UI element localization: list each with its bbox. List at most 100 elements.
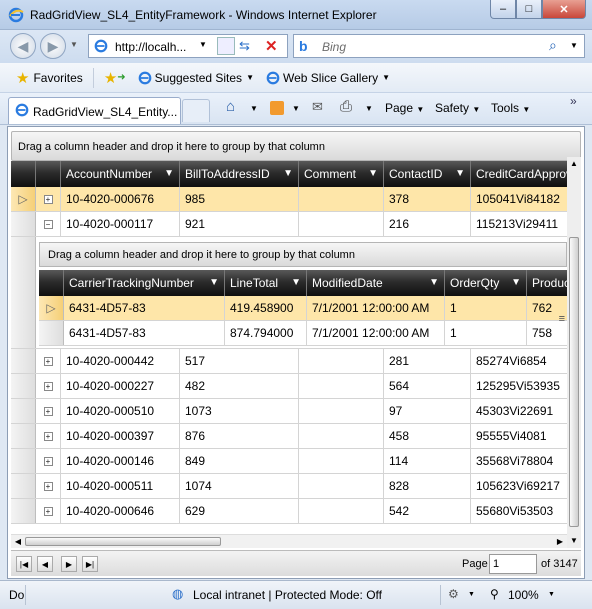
next-page-button[interactable]: ▶	[61, 556, 77, 572]
close-window-button[interactable]: ✕	[542, 0, 586, 19]
expand-icon[interactable]: +	[43, 381, 53, 391]
page-number-input[interactable]: 1	[489, 554, 537, 574]
row-expander[interactable]: +	[36, 349, 61, 373]
column-header-modifieddate[interactable]: ModifiedDate ▼	[307, 270, 445, 296]
filter-icon[interactable]: ▼	[209, 277, 219, 288]
search-icon[interactable]: ⌕	[549, 37, 557, 54]
scroll-left-icon[interactable]: ◀	[11, 535, 25, 548]
print-dropdown-icon[interactable]: ▼	[365, 104, 373, 113]
horizontal-scroll-thumb[interactable]	[25, 537, 221, 546]
vertical-scroll-thumb[interactable]	[569, 237, 579, 527]
column-header-linetotal[interactable]: LineTotal ▼	[225, 270, 307, 296]
scroll-right-icon[interactable]: ▶	[553, 535, 567, 548]
print-icon[interactable]: ⎙	[340, 98, 352, 115]
home-icon[interactable]: ⌂	[226, 98, 235, 115]
chevron-more-icon[interactable]: »	[570, 94, 577, 108]
previous-page-button[interactable]: ◀	[37, 556, 53, 572]
row-expander[interactable]: +	[36, 374, 61, 398]
filter-icon[interactable]: ▼	[511, 277, 521, 288]
column-header-productid[interactable]: ProductID	[527, 270, 567, 296]
mail-icon[interactable]: ✉	[312, 99, 323, 115]
expand-icon[interactable]: +	[43, 506, 53, 516]
zoom-level[interactable]: 100%	[508, 588, 539, 602]
resize-grip-icon[interactable]: ≡	[559, 313, 565, 325]
new-tab-button[interactable]	[182, 99, 210, 122]
maximize-button[interactable]: □	[516, 0, 542, 19]
filter-icon[interactable]: ▼	[291, 277, 301, 288]
first-page-button[interactable]: |◀	[16, 556, 32, 572]
filter-icon[interactable]: ▼	[283, 168, 293, 179]
zoom-dropdown-icon[interactable]: ▼	[548, 591, 555, 598]
row-expander[interactable]: −	[36, 212, 61, 236]
expand-icon[interactable]: +	[43, 431, 53, 441]
search-dropdown-icon[interactable]: ▼	[570, 41, 578, 50]
scroll-down-icon[interactable]: ▼	[567, 534, 581, 548]
web-slice-gallery-link[interactable]: Web Slice Gallery ▼	[260, 67, 396, 89]
page-menu[interactable]: Page ▼	[385, 101, 424, 115]
filter-icon[interactable]: ▼	[368, 168, 378, 179]
table-row[interactable]: +10-4020-000397 876 458 95555Vi4081	[11, 424, 567, 449]
favorites-button[interactable]: ★ Favorites	[10, 67, 89, 89]
search-box[interactable]: b Bing ⌕ ▼	[293, 34, 585, 58]
expand-icon[interactable]: +	[43, 356, 53, 366]
back-button[interactable]: ◀	[10, 33, 36, 59]
column-header-contactid[interactable]: ContactID ▼	[384, 161, 471, 187]
feeds-dropdown-icon[interactable]: ▼	[292, 104, 300, 113]
row-expander[interactable]: +	[36, 474, 61, 498]
row-expander[interactable]: +	[36, 449, 61, 473]
filter-icon[interactable]: ▼	[429, 277, 439, 288]
compatibility-view-icon[interactable]	[217, 37, 235, 55]
security-zone-text[interactable]: Local intranet | Protected Mode: Off	[193, 588, 382, 602]
row-expander[interactable]: +	[36, 424, 61, 448]
horizontal-scrollbar[interactable]: ◀ ▶	[11, 534, 567, 548]
safety-menu[interactable]: Safety ▼	[435, 101, 480, 115]
home-dropdown-icon[interactable]: ▼	[250, 104, 258, 113]
header-indicator	[11, 161, 36, 187]
popup-blocker-icon[interactable]: ⚙	[448, 587, 459, 601]
table-row[interactable]: 6431-4D57-83 874.794000 7/1/2001 12:00:0…	[39, 321, 567, 346]
collapse-icon[interactable]: −	[43, 219, 53, 229]
tab-current[interactable]: RadGridView_SL4_Entity...	[8, 97, 181, 124]
tools-menu[interactable]: Tools ▼	[491, 101, 530, 115]
chevron-down-icon[interactable]: ▼	[468, 591, 475, 598]
group-panel[interactable]: Drag a column header and drop it here to…	[11, 131, 581, 161]
table-row[interactable]: +10-4020-000511 1074 828 105623Vi69217	[11, 474, 567, 499]
table-row[interactable]: +10-4020-000227 482 564 125295Vi53935	[11, 374, 567, 399]
column-header-orderqty[interactable]: OrderQty ▼	[445, 270, 527, 296]
refresh-icon[interactable]: ⇆	[239, 38, 250, 54]
table-row[interactable]: ▷ 6431-4D57-83 419.458900 7/1/2001 12:00…	[39, 296, 567, 321]
filter-icon[interactable]: ▼	[455, 168, 465, 179]
minimize-button[interactable]: –	[490, 0, 516, 19]
table-row[interactable]: − 10-4020-000117 921 216 115213Vi29411	[11, 212, 567, 237]
column-header-creditcardapprovalcode[interactable]: CreditCardApprovalCode	[471, 161, 567, 187]
table-row[interactable]: +10-4020-000146 849 114 35568Vi78804	[11, 449, 567, 474]
expand-icon[interactable]: +	[43, 481, 53, 491]
row-expander[interactable]: +	[36, 499, 61, 523]
address-bar[interactable]: http://localh... ▼ ⇆ ✕	[88, 34, 288, 58]
stop-icon[interactable]: ✕	[265, 37, 278, 55]
vertical-scrollbar[interactable]: ▲ ▼	[567, 157, 581, 548]
column-header-accountnumber[interactable]: AccountNumber ▼	[61, 161, 180, 187]
feeds-icon[interactable]	[270, 101, 284, 115]
suggested-sites-link[interactable]: Suggested Sites ▼	[132, 67, 260, 89]
expand-icon[interactable]: +	[43, 406, 53, 416]
column-header-billtoaddressid[interactable]: BillToAddressID ▼	[180, 161, 299, 187]
column-header-carriertrackingnumber[interactable]: CarrierTrackingNumber ▼	[64, 270, 225, 296]
address-dropdown-icon[interactable]: ▼	[199, 40, 207, 49]
history-dropdown-icon[interactable]: ▼	[70, 40, 78, 49]
scroll-up-icon[interactable]: ▲	[567, 157, 581, 171]
expand-icon[interactable]: +	[43, 194, 53, 204]
table-row[interactable]: ▷ + 10-4020-000676 985 378 105041Vi84182	[11, 187, 567, 212]
row-expander[interactable]: +	[36, 187, 61, 211]
child-group-panel[interactable]: Drag a column header and drop it here to…	[39, 242, 567, 267]
filter-icon[interactable]: ▼	[164, 168, 174, 179]
table-row[interactable]: +10-4020-000442 517 281 85274Vi6854	[11, 349, 567, 374]
forward-button[interactable]: ▶	[40, 33, 66, 59]
row-expander[interactable]: +	[36, 399, 61, 423]
table-row[interactable]: +10-4020-000510 1073 97 45303Vi22691	[11, 399, 567, 424]
add-to-favorites-bar-button[interactable]: ★ ➜	[98, 67, 132, 89]
last-page-button[interactable]: ▶|	[82, 556, 98, 572]
expand-icon[interactable]: +	[43, 456, 53, 466]
table-row[interactable]: +10-4020-000646 629 542 55680Vi53503	[11, 499, 567, 524]
column-header-comment[interactable]: Comment ▼	[299, 161, 384, 187]
